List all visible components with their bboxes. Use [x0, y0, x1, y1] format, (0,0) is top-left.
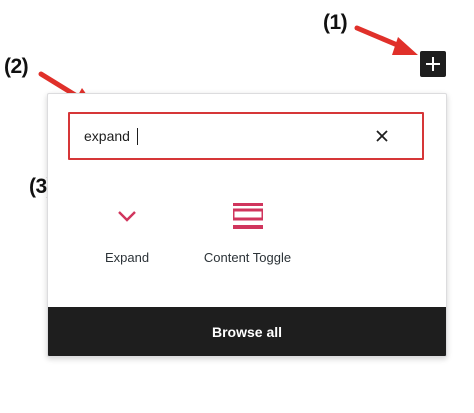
block-result-content-toggle[interactable]: Content Toggle [195, 198, 300, 265]
add-block-button[interactable] [420, 51, 446, 77]
block-result-label: Expand [104, 250, 150, 265]
block-result-expand[interactable]: Expand [88, 198, 166, 265]
annotation-arrow-1 [354, 25, 418, 55]
block-inserter-panel: Expand Content Toggle Browse all [47, 93, 447, 357]
chevron-down-icon [118, 211, 136, 222]
plus-icon [426, 57, 440, 71]
clear-search-button[interactable] [372, 126, 392, 146]
block-search-input[interactable] [84, 114, 364, 158]
annotation-label-2: (2) [4, 55, 29, 78]
annotation-label-1: (1) [323, 11, 348, 34]
block-result-label: Content Toggle [203, 250, 292, 265]
text-caret [137, 128, 138, 145]
block-search-box [68, 112, 424, 160]
browse-all-button[interactable]: Browse all [48, 307, 446, 356]
close-icon [376, 130, 388, 142]
content-toggle-icon [232, 203, 263, 229]
screenshot-stage: (1) (2) (3) expand Expand Content Toggle… [0, 0, 474, 413]
